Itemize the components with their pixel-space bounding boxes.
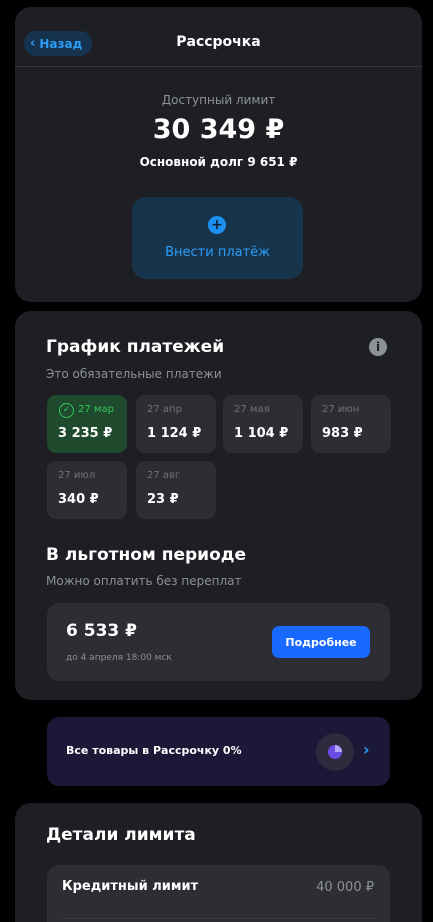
payment-date: 27 мая	[234, 404, 270, 415]
payment-cell[interactable]: ✓ 27 мар 3 235 ₽	[47, 395, 127, 453]
payment-cell[interactable]: 27 авг 23 ₽	[136, 461, 216, 519]
limit-card: ‹ Назад Рассрочка Доступный лимит 30 349…	[15, 7, 422, 302]
payment-date: 27 апр	[147, 404, 182, 415]
payment-amount: 340 ₽	[58, 492, 99, 507]
payment-cell[interactable]: 27 апр 1 124 ₽	[136, 395, 216, 453]
principal-debt: Основной долг 9 651 ₽	[139, 155, 298, 169]
available-limit-label: Доступный лимит	[161, 93, 276, 107]
payment-amount: 983 ₽	[322, 426, 363, 441]
detail-value: 40 000 ₽	[316, 880, 374, 895]
payment-cell[interactable]: 27 мая 1 104 ₽	[223, 395, 303, 453]
payment-amount: 3 235 ₽	[58, 426, 113, 441]
pie-chart-icon	[316, 733, 354, 771]
plus-icon: +	[208, 216, 226, 234]
grace-amount: 6 533 ₽	[66, 621, 137, 641]
payment-cell[interactable]: 27 июл 340 ₽	[47, 461, 127, 519]
payment-date: 27 авг	[147, 470, 181, 481]
page-title: Рассрочка	[176, 34, 261, 50]
info-icon[interactable]: i	[369, 338, 387, 356]
payment-amount: 1 124 ₽	[147, 426, 202, 441]
grace-title: В льготном периоде	[46, 545, 247, 565]
available-limit-value: 30 349 ₽	[152, 114, 285, 145]
make-payment-label: Внести платёж	[165, 245, 270, 260]
payment-amount: 23 ₽	[147, 492, 179, 507]
grace-subtitle: Можно оплатить без переплат	[46, 574, 242, 588]
check-circle-icon: ✓	[59, 403, 74, 418]
chevron-right-icon: ›	[363, 740, 370, 759]
schedule-card: График платежей i Это обязательные плате…	[15, 311, 422, 700]
header-bar: ‹ Назад Рассрочка	[15, 7, 422, 67]
schedule-title: График платежей	[46, 337, 225, 357]
divider	[62, 918, 375, 919]
promo-banner[interactable]: Все товары в Рассрочку 0% ›	[47, 717, 390, 786]
payment-date: 27 июн	[322, 404, 360, 415]
detail-row: Кредитный лимит 40 000 ₽	[47, 865, 390, 922]
details-button[interactable]: Подробнее	[272, 626, 370, 658]
payment-date: 27 мар	[78, 404, 114, 415]
payment-amount: 1 104 ₽	[234, 426, 289, 441]
make-payment-button[interactable]: + Внести платёж	[132, 197, 303, 279]
payment-cell[interactable]: 27 июн 983 ₽	[311, 395, 391, 453]
detail-label: Кредитный лимит	[62, 879, 199, 894]
limit-details-card: Детали лимита Кредитный лимит 40 000 ₽	[15, 803, 422, 922]
promo-text: Все товары в Рассрочку 0%	[66, 744, 242, 757]
details-title: Детали лимита	[46, 825, 196, 845]
grace-payment-box: 6 533 ₽ до 4 апреля 18:00 мск Подробнее	[47, 603, 390, 681]
payment-date: 27 июл	[58, 470, 96, 481]
schedule-subtitle: Это обязательные платежи	[46, 367, 222, 381]
grace-deadline: до 4 апреля 18:00 мск	[66, 653, 172, 663]
